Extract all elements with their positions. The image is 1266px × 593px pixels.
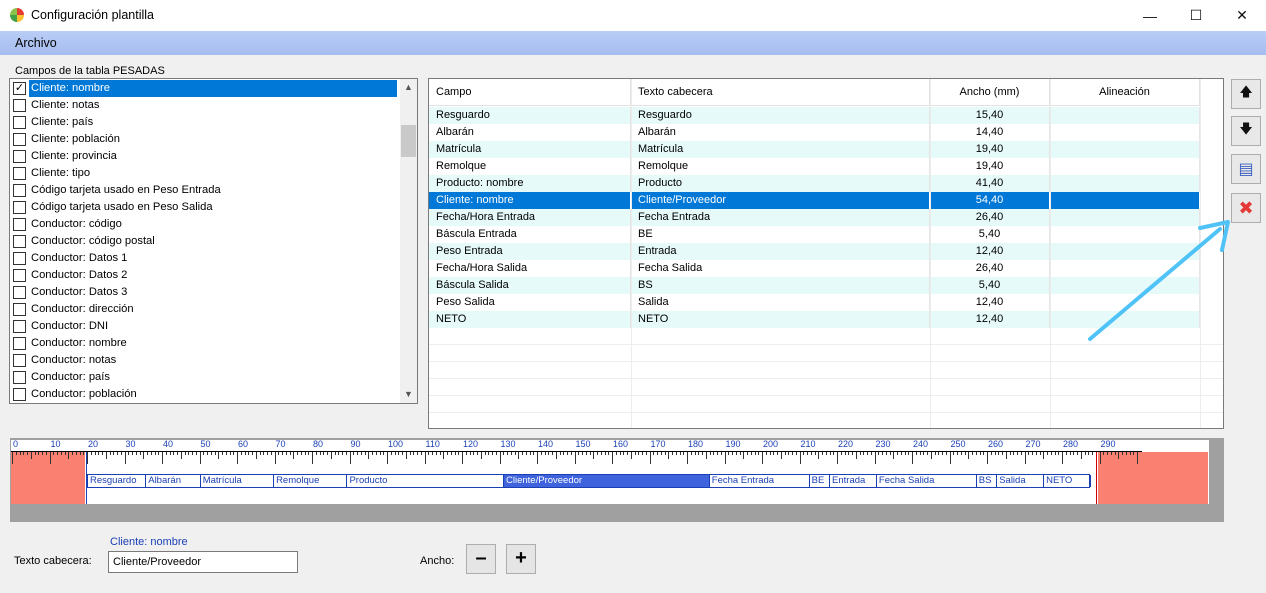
annotation-arrow xyxy=(1088,220,1230,341)
